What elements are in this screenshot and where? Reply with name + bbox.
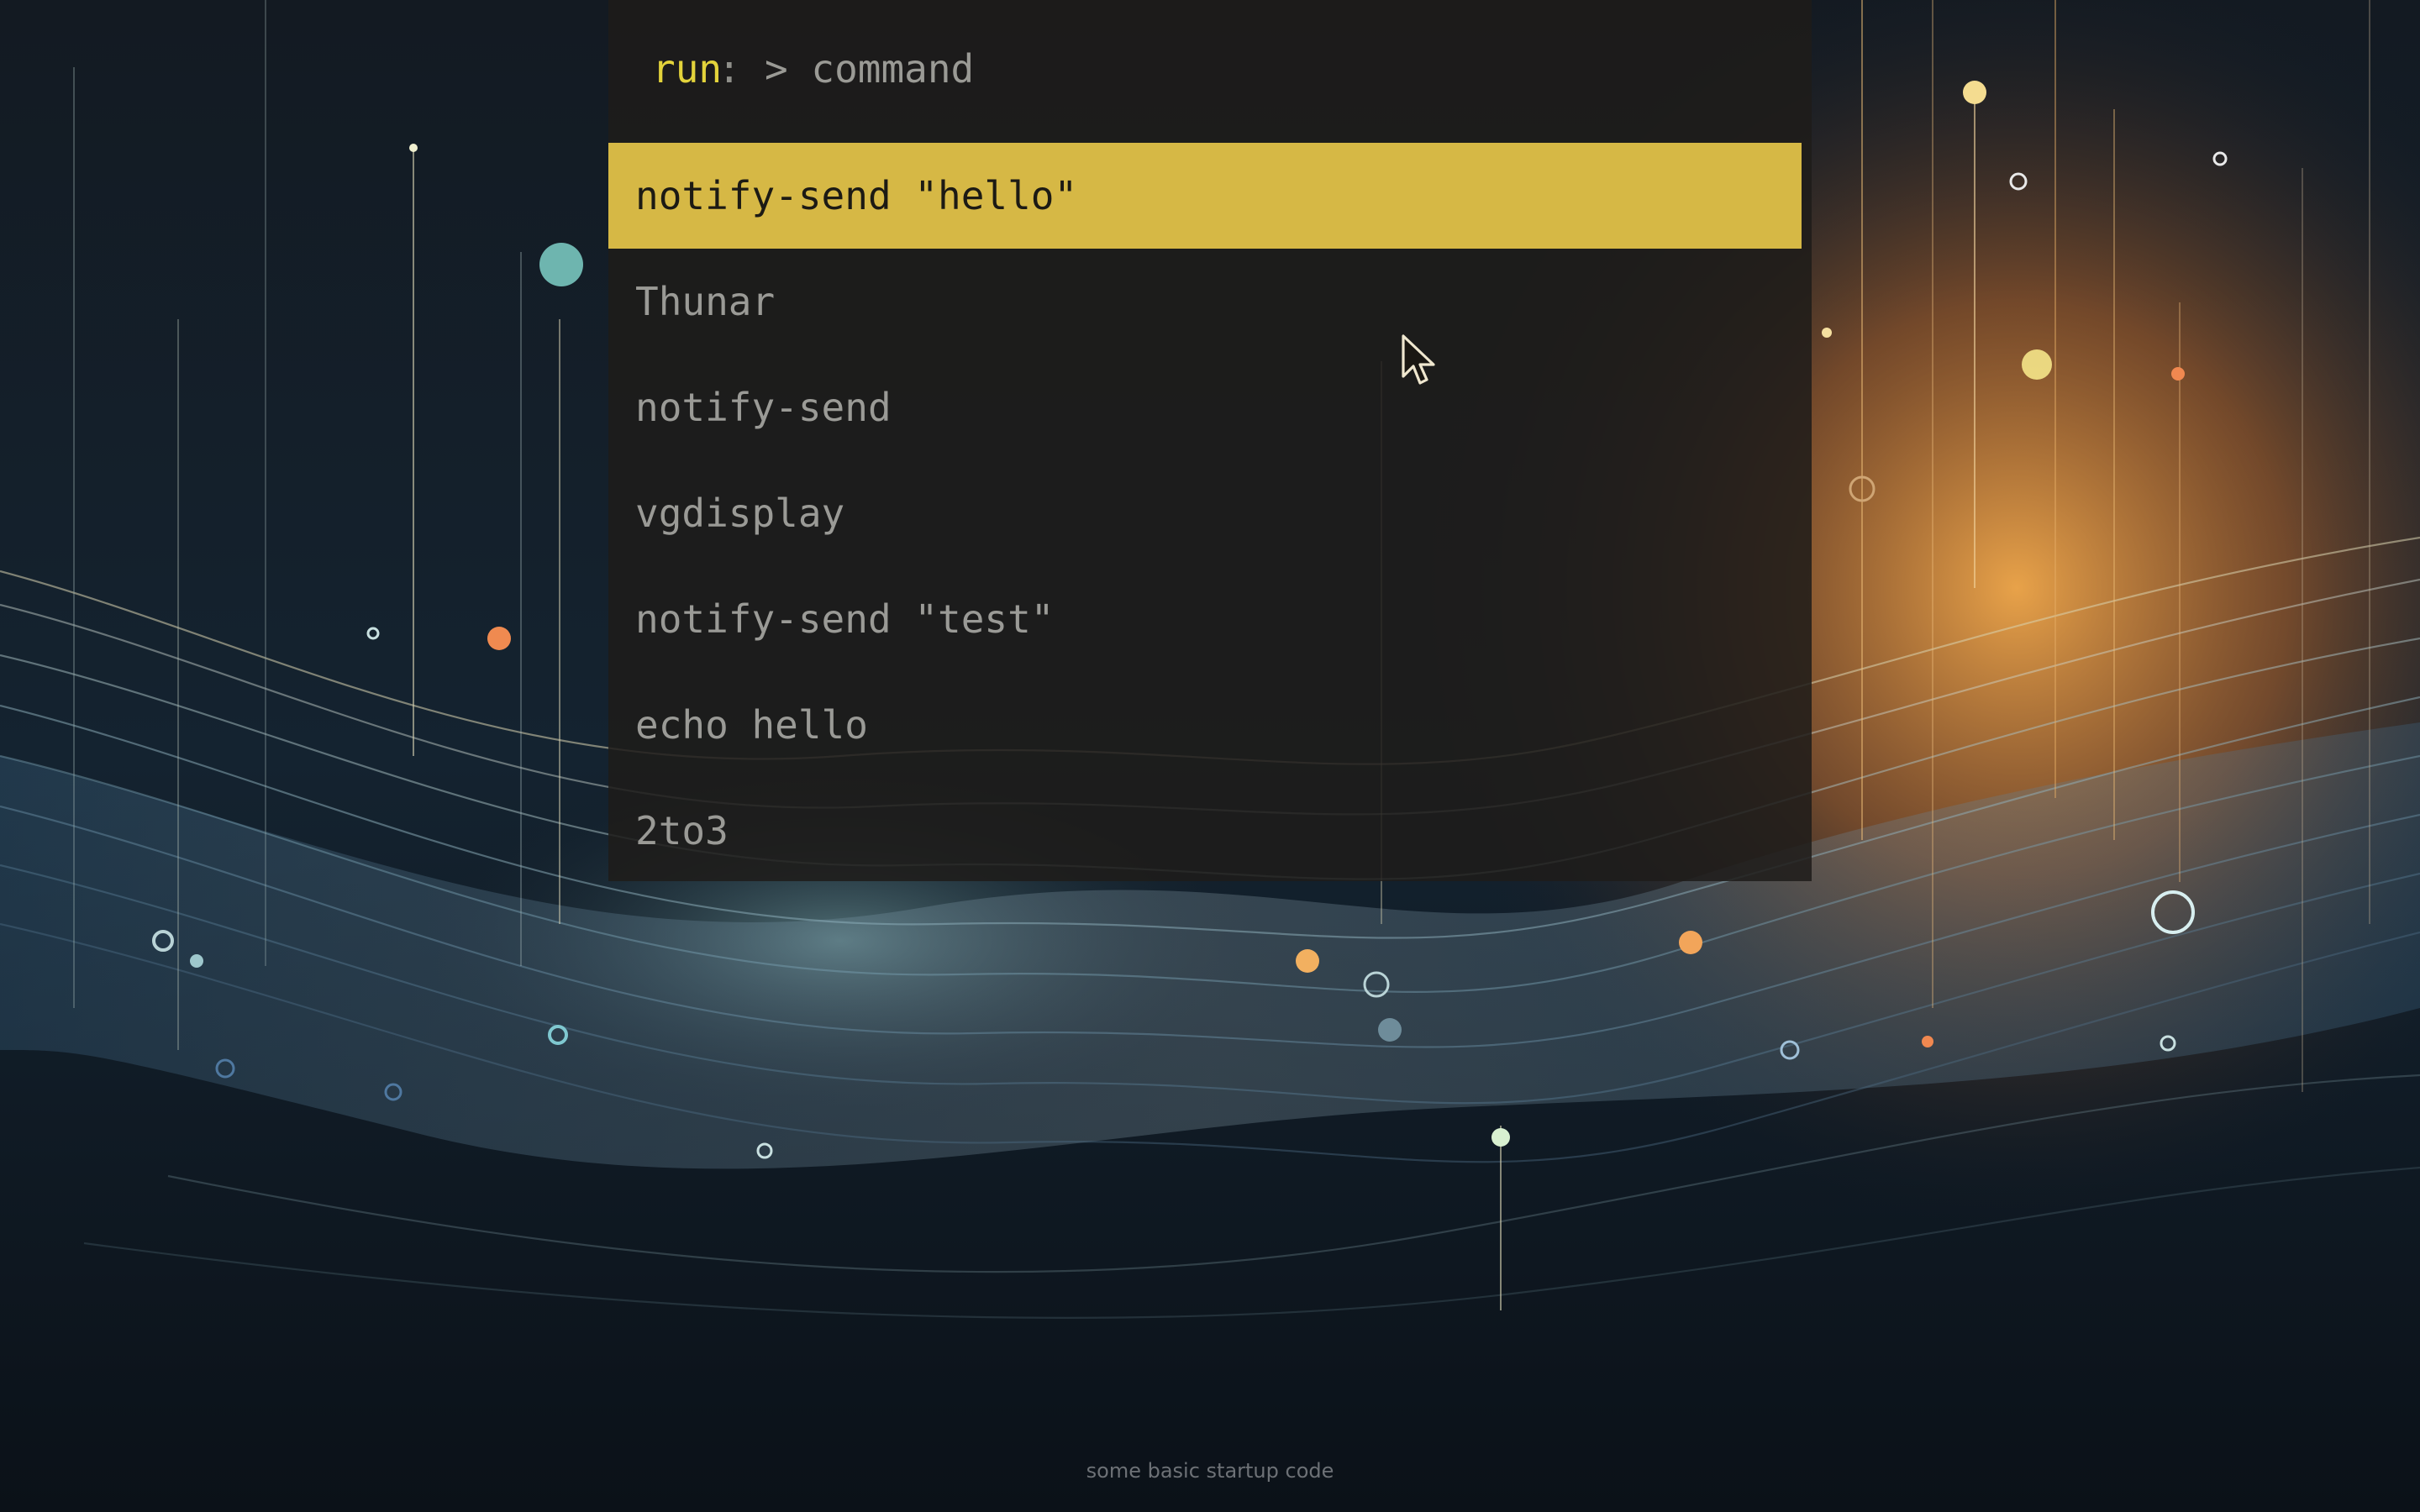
run-launcher: run : notify-send "hello" Thunar notify-… (608, 0, 1812, 881)
result-item[interactable]: echo hello (608, 672, 1812, 778)
prompt-label: run (652, 46, 723, 92)
desktop: run : notify-send "hello" Thunar notify-… (0, 0, 2420, 1512)
result-item-selected[interactable]: notify-send "hello" (608, 143, 1802, 249)
result-item[interactable]: Thunar (608, 249, 1812, 354)
result-item[interactable]: vgdisplay (608, 460, 1812, 566)
result-item[interactable]: notify-send (608, 354, 1812, 460)
prompt-bar: run : (608, 0, 1812, 139)
result-item[interactable]: 2to3 (608, 778, 1812, 884)
result-list: notify-send "hello" Thunar notify-send v… (608, 143, 1812, 884)
result-item[interactable]: notify-send "test" (608, 566, 1812, 672)
command-input[interactable] (765, 44, 1756, 94)
prompt-separator: : (718, 46, 741, 92)
arrow-cursor-icon (1402, 334, 1435, 385)
desktop-footer-text: some basic startup code (1086, 1459, 1334, 1483)
